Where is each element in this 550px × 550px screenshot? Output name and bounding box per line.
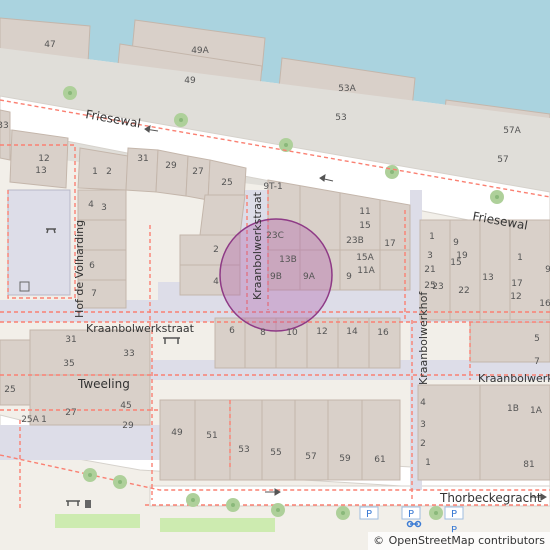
hn: 16 (377, 328, 389, 338)
hn: 3 (420, 420, 426, 430)
hn: 7 (534, 357, 540, 367)
hn: 81 (523, 460, 534, 470)
hn: 33 (0, 121, 9, 131)
hn: 23B (346, 236, 364, 246)
hn: 27 (192, 167, 203, 177)
pedestrian-south-west (0, 425, 160, 460)
hn: 51 (206, 431, 217, 441)
map-canvas[interactable]: P P P P Friesewal Friesewal Kraanbolwerk… (0, 0, 550, 550)
hn: 9T-1 (263, 182, 282, 192)
parking-label-1: P (366, 509, 372, 520)
hn: 1 (41, 415, 47, 425)
hn: 53A (338, 84, 356, 94)
street-thorbeckegracht: Thorbeckegracht (439, 491, 542, 505)
hn: 31 (137, 154, 148, 164)
hn: 15A (356, 253, 374, 263)
hn: 55 (270, 448, 281, 458)
hn: 61 (374, 455, 385, 465)
hn: 4 (88, 200, 94, 210)
hn: 9A (303, 272, 316, 282)
hn: 6 (89, 261, 95, 271)
street-kraanbolwerkstraat: Kraanbolwerkstraat (86, 322, 195, 335)
hn: 9B (270, 272, 282, 282)
grass-strip-2 (160, 518, 275, 532)
hn: 4 (213, 277, 219, 287)
hn: 15 (359, 221, 370, 231)
parking-label-3: P (451, 509, 457, 520)
hn: 9 (453, 238, 459, 248)
hn: 31 (65, 335, 76, 345)
hn: 53 (335, 113, 346, 123)
hn: 12 (38, 154, 49, 164)
hn: 7 (91, 289, 97, 299)
hn: 1 (425, 458, 431, 468)
hn: 12 (316, 327, 327, 337)
hn: 57A (503, 126, 521, 136)
map-attribution[interactable]: © OpenStreetMap contributors (368, 532, 550, 550)
hn: 1 (92, 167, 98, 177)
street-kraanbolwerk-east: Kraanbolwerk (478, 372, 550, 385)
hn: 2 (420, 439, 426, 449)
hn: 2 (213, 245, 219, 255)
hn: 14 (346, 327, 358, 337)
hn: 27 (65, 408, 76, 418)
hn: 25 (221, 178, 232, 188)
hn: 49A (191, 46, 209, 56)
hn: 1B (507, 404, 519, 414)
hn: 13 (35, 166, 46, 176)
hn: 15 (450, 258, 461, 268)
hn: 4 (420, 398, 426, 408)
hn: 59 (339, 454, 351, 464)
hn: 13B (279, 255, 297, 265)
hn: 22 (458, 286, 469, 296)
hn: 25 (4, 385, 15, 395)
hn: 29 (122, 421, 134, 431)
parking-label-2: P (408, 509, 414, 520)
hn: 45 (120, 401, 131, 411)
hn: 47 (44, 40, 55, 50)
hn: 5 (534, 334, 540, 344)
hn: 3 (101, 203, 107, 213)
waste-basket-icon (85, 500, 91, 508)
hn: 9 (545, 265, 550, 275)
copyright-symbol: © (373, 534, 385, 547)
hn: 6 (229, 326, 235, 336)
hn: 12 (510, 292, 521, 302)
hn: 1A (530, 406, 543, 416)
hn: 53 (238, 445, 249, 455)
street-hof-de-volharding: Hof de Volharding (73, 220, 86, 318)
hn: 17 (384, 239, 395, 249)
grass-strip-1 (55, 514, 140, 528)
street-kraanbolwerkhof: Kraanbolwerkhof (417, 291, 430, 385)
hn: 9 (346, 272, 352, 282)
hn: 21 (424, 265, 435, 275)
hn: 1 (429, 232, 435, 242)
courtyard-hof-de-volharding (7, 189, 71, 296)
hn: 25A (21, 415, 39, 425)
hn: 35 (63, 359, 74, 369)
hn: 33 (123, 349, 134, 359)
hn: 8 (260, 328, 266, 338)
hn: 49 (184, 76, 196, 86)
attribution-text[interactable]: OpenStreetMap contributors (389, 534, 545, 547)
hn: 23 (432, 282, 443, 292)
map-view[interactable]: P P P P Friesewal Friesewal Kraanbolwerk… (0, 0, 550, 550)
street-kraanbolwerkstraat-vertical: Kraanbolwerkstraat (251, 191, 264, 300)
hn: 3 (427, 251, 433, 261)
hn: 17 (511, 279, 522, 289)
hn: 11A (357, 266, 375, 276)
hn: 57 (497, 155, 508, 165)
hn: 16 (539, 299, 550, 309)
hn: 29 (165, 161, 177, 171)
place-tweeling: Tweeling (77, 377, 130, 391)
hn: 1 (517, 253, 523, 263)
hn: 23C (266, 231, 284, 241)
hn: 57 (305, 452, 316, 462)
hn: 10 (286, 328, 298, 338)
hn: 2 (106, 167, 112, 177)
hn: 13 (482, 273, 493, 283)
hn: 49 (171, 428, 183, 438)
hn: 11 (359, 207, 370, 217)
